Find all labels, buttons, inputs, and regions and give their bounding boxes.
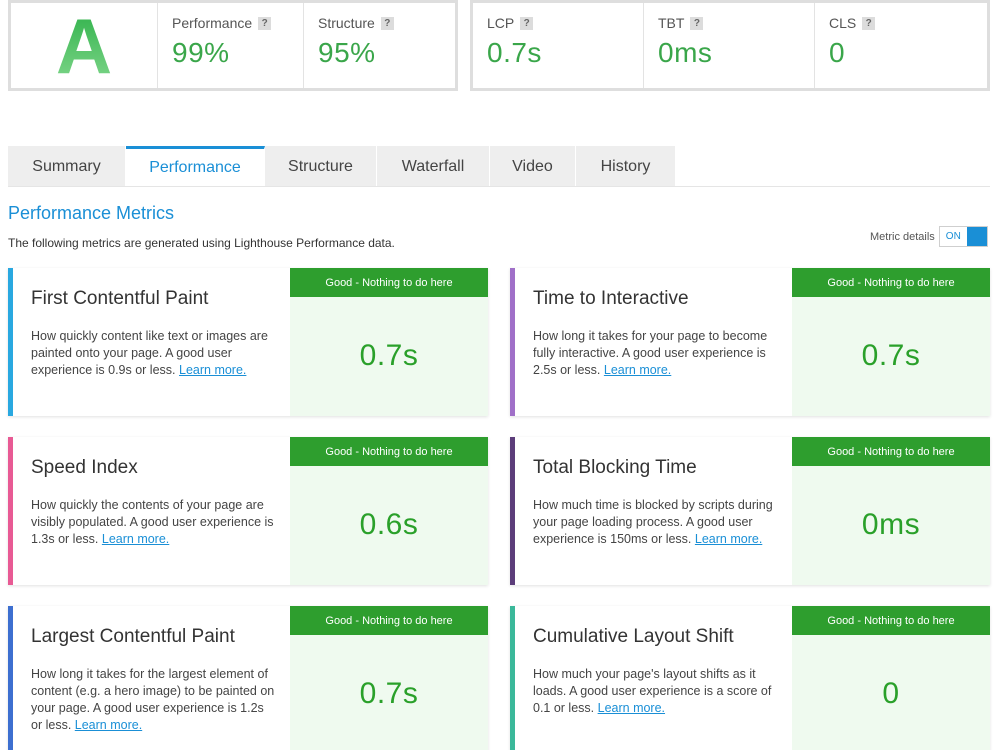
metric-info: Cumulative Layout Shift How much your pag… <box>515 606 792 750</box>
tab-performance[interactable]: Performance <box>126 146 265 187</box>
metric-info: Total Blocking Time How much time is bloc… <box>515 437 792 585</box>
metric-description-text: How long it takes for the largest elemen… <box>31 667 275 732</box>
metric-info: Speed Index How quickly the contents of y… <box>13 437 290 585</box>
metric-result: Good - Nothing to do here 0 <box>792 606 990 750</box>
cls-value: 0 <box>829 37 846 68</box>
lcp-value: 0.7s <box>487 37 542 68</box>
metric-card: Total Blocking Time How much time is bloc… <box>510 437 990 585</box>
metric-card: Cumulative Layout Shift How much your pag… <box>510 606 990 750</box>
tbt-score: TBT? 0ms <box>644 3 815 88</box>
help-icon[interactable]: ? <box>380 16 394 30</box>
metric-result: Good - Nothing to do here 0.7s <box>290 606 488 750</box>
metric-value: 0.7s <box>861 339 921 372</box>
performance-score: Performance? 99% <box>158 3 304 88</box>
section-title: Performance Metrics <box>8 203 175 223</box>
metric-value: 0.6s <box>359 508 419 541</box>
metric-result: Good - Nothing to do here 0ms <box>792 437 990 585</box>
tbt-label: TBT <box>658 15 685 31</box>
learn-more-link[interactable]: Learn more. <box>695 532 762 546</box>
metric-details-toggle[interactable]: ON <box>938 226 988 247</box>
metric-card: Time to Interactive How long it takes for… <box>510 268 990 416</box>
metric-card: Speed Index How quickly the contents of y… <box>8 437 488 585</box>
metric-result: Good - Nothing to do here 0.6s <box>290 437 488 585</box>
metric-description: How quickly content like text or images … <box>31 328 276 379</box>
tab-structure[interactable]: Structure <box>265 146 377 187</box>
learn-more-link[interactable]: Learn more. <box>102 532 169 546</box>
metric-name: First Contentful Paint <box>31 288 209 309</box>
web-vitals-panel: LCP? 0.7s TBT? 0ms CLS? 0 <box>470 0 990 91</box>
metric-description: How much time is blocked by scripts duri… <box>533 497 778 548</box>
learn-more-link[interactable]: Learn more. <box>604 363 671 377</box>
tab-history[interactable]: History <box>576 146 676 187</box>
cls-score: CLS? 0 <box>815 3 987 88</box>
metric-result: Good - Nothing to do here 0.7s <box>792 268 990 416</box>
structure-value: 95% <box>318 37 376 68</box>
help-icon[interactable]: ? <box>690 16 704 30</box>
metric-description: How long it takes for the largest elemen… <box>31 666 276 734</box>
metric-name: Time to Interactive <box>533 288 689 309</box>
status-badge: Good - Nothing to do here <box>792 268 990 297</box>
metric-card: Largest Contentful Paint How long it take… <box>8 606 488 750</box>
cls-label: CLS <box>829 15 857 31</box>
metric-value: 0.7s <box>359 677 419 710</box>
report-tabs: Summary Performance Structure Waterfall … <box>8 146 676 187</box>
section-description: The following metrics are generated usin… <box>8 236 395 250</box>
metric-name: Cumulative Layout Shift <box>533 626 734 647</box>
help-icon[interactable]: ? <box>862 16 876 30</box>
metric-name: Speed Index <box>31 457 138 478</box>
tab-video[interactable]: Video <box>490 146 576 187</box>
metric-name: Total Blocking Time <box>533 457 697 478</box>
performance-value: 99% <box>172 37 230 68</box>
tabs-divider <box>8 186 990 187</box>
metric-description: How much your page's layout shifts as it… <box>533 666 778 717</box>
toggle-state: ON <box>939 227 967 246</box>
grade-panel: A Performance? 99% Structure? 95% <box>8 0 458 91</box>
metric-card: First Contentful Paint How quickly conten… <box>8 268 488 416</box>
tab-waterfall[interactable]: Waterfall <box>377 146 490 187</box>
status-badge: Good - Nothing to do here <box>290 437 488 466</box>
lcp-score: LCP? 0.7s <box>473 3 644 88</box>
structure-score: Structure? 95% <box>304 3 455 88</box>
metric-info: First Contentful Paint How quickly conten… <box>13 268 290 416</box>
status-badge: Good - Nothing to do here <box>290 268 488 297</box>
grade-box: A <box>11 3 158 88</box>
metric-info: Time to Interactive How long it takes for… <box>515 268 792 416</box>
help-icon[interactable]: ? <box>520 16 534 30</box>
help-icon[interactable]: ? <box>258 16 272 30</box>
learn-more-link[interactable]: Learn more. <box>598 701 665 715</box>
learn-more-link[interactable]: Learn more. <box>75 718 142 732</box>
metric-name: Largest Contentful Paint <box>31 626 235 647</box>
performance-label: Performance <box>172 15 253 31</box>
tab-summary[interactable]: Summary <box>8 146 126 187</box>
status-badge: Good - Nothing to do here <box>792 437 990 466</box>
metric-value: 0ms <box>861 508 921 541</box>
structure-label: Structure <box>318 15 375 31</box>
metric-value: 0.7s <box>359 339 419 372</box>
metric-result: Good - Nothing to do here 0.7s <box>290 268 488 416</box>
toggle-knob <box>966 227 987 246</box>
learn-more-link[interactable]: Learn more. <box>179 363 246 377</box>
grade-letter: A <box>55 1 113 90</box>
metric-details-label: Metric details <box>870 230 935 243</box>
metric-value: 0 <box>882 677 900 710</box>
metric-info: Largest Contentful Paint How long it take… <box>13 606 290 750</box>
metric-description: How long it takes for your page to becom… <box>533 328 778 379</box>
lcp-label: LCP <box>487 15 515 31</box>
metric-details-control: Metric details ON <box>870 226 988 247</box>
tbt-value: 0ms <box>658 37 713 68</box>
status-badge: Good - Nothing to do here <box>290 606 488 635</box>
metric-description: How quickly the contents of your page ar… <box>31 497 276 548</box>
status-badge: Good - Nothing to do here <box>792 606 990 635</box>
